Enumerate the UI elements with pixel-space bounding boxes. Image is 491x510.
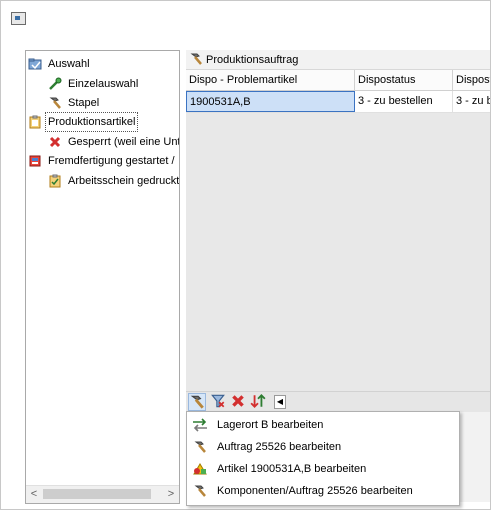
context-menu: Lagerort B bearbeiten Auftrag 25526 bear… [186,411,460,506]
tree-item-label: Gesperrt (weil eine Unte [68,136,180,148]
arrows-green-icon [193,418,207,432]
tree-horizontal-scrollbar[interactable]: < > [26,485,179,503]
tree-item-label: Produktionsartikel [44,112,139,132]
cell-dispostatus-2[interactable]: 3 - zu b [453,91,490,112]
scroll-left-arrow[interactable]: < [26,486,42,503]
filter-clear-button[interactable] [210,393,228,411]
hammer-icon [49,97,61,109]
wand-icon [49,77,62,90]
panel-title: Produktionsauftrag [206,54,299,66]
window-icon [11,12,26,25]
sort-button[interactable] [250,393,268,411]
clipboard-icon [49,174,61,188]
column-header-dispostatus[interactable]: Dispostatus [355,70,453,90]
column-header-problemartikel[interactable]: Dispo - Problemartikel [186,70,355,90]
navigation-tree[interactable]: Auswahl Einzelauswahl Stapel Produktions… [25,50,180,504]
scroll-thumb[interactable] [43,489,151,499]
grid-toolbar: ◀ [186,391,490,412]
table-row[interactable]: 1900531A,B 3 - zu bestellen 3 - zu b [186,91,490,113]
tree-item-label: Stapel [68,97,100,109]
hammer-icon [194,441,206,453]
clipboard-icon [29,115,41,129]
column-header-dispostatus-2[interactable]: Dispost [453,70,490,90]
panel-header: Produktionsauftrag [186,50,490,70]
menu-item-label: Auftrag 25526 bearbeiten [217,441,342,453]
grid-header: Dispo - Problemartikel Dispostatus Dispo… [186,70,490,91]
scroll-right-arrow[interactable]: > [163,486,179,503]
toolbar-more-arrow[interactable]: ◀ [274,395,286,409]
tree-item-label: Einzelauswahl [68,78,139,90]
sort-arrows-icon [250,393,266,409]
folder-selection-icon [28,58,42,70]
menu-item-label: Artikel 1900531A,B bearbeiten [217,463,367,475]
menu-item-label: Lagerort B bearbeiten [217,419,324,431]
red-x-icon [232,395,244,407]
menu-item-komponenten[interactable]: Komponenten/Auftrag 25526 bearbeiten [187,480,459,502]
funnel-x-icon [211,394,225,408]
colored-shapes-icon [193,463,207,475]
tree-item-label: Auswahl [48,58,90,70]
hammer-icon [190,395,204,409]
hammer-icon [190,53,202,65]
menu-item-auftrag[interactable]: Auftrag 25526 bearbeiten [187,436,459,458]
hammer-icon [194,485,206,497]
grid-empty-area [186,113,490,393]
menu-item-lagerort[interactable]: Lagerort B bearbeiten [187,414,459,436]
book-icon [29,155,41,167]
red-x-icon [49,136,61,148]
cell-problemartikel[interactable]: 1900531A,B [186,91,355,112]
menu-item-label: Komponenten/Auftrag 25526 bearbeiten [217,485,413,497]
delete-button[interactable] [230,393,248,411]
edit-hammer-button[interactable] [188,393,206,411]
cell-dispostatus[interactable]: 3 - zu bestellen [355,91,453,112]
tree-item-label: Fremdfertigung gestartet / [48,155,175,167]
tree-item-label: Arbeitsschein gedruckt [68,175,180,187]
menu-item-artikel[interactable]: Artikel 1900531A,B bearbeiten [187,458,459,480]
